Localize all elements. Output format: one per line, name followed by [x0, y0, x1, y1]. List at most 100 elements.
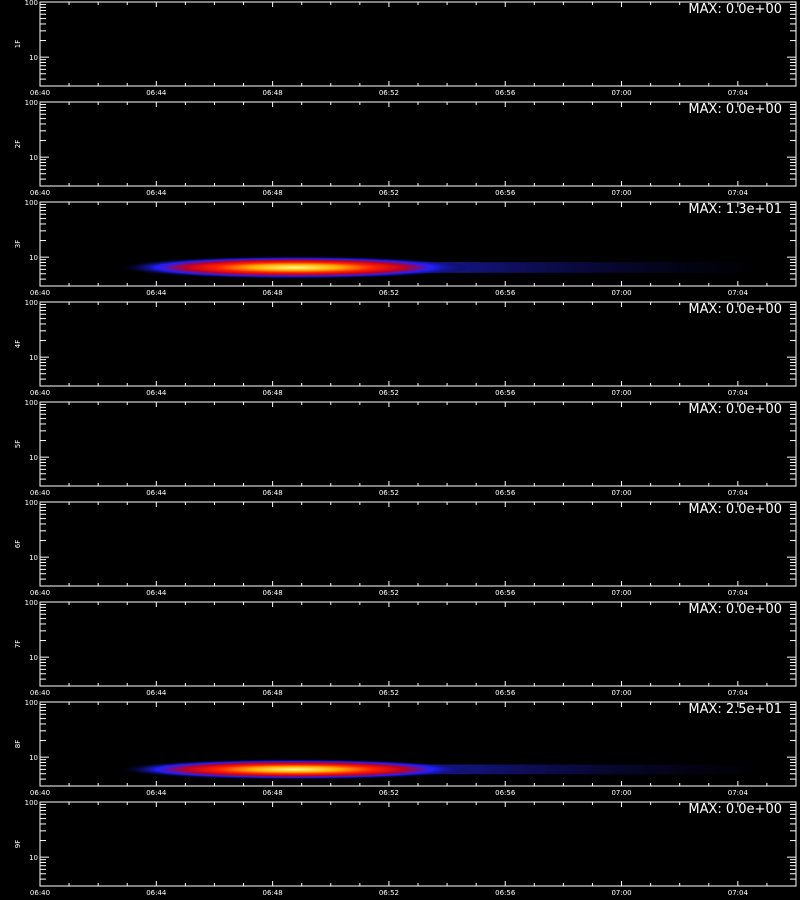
y-tick-label: 100 — [25, 599, 38, 607]
max-label: MAX: 0.0e+00 — [688, 402, 782, 417]
x-tick-label: 06:40 — [30, 689, 50, 697]
max-label: MAX: 0.0e+00 — [688, 802, 782, 817]
x-tick-label: 06:44 — [146, 289, 167, 297]
spectrogram-stack: 10 100 06:40 06:44 06:48 06:52 06:56 07:00 07:04… — [14, 0, 797, 897]
x-tick-label: 06:48 — [263, 489, 283, 497]
max-label: MAX: 0.0e+00 — [688, 502, 782, 517]
x-tick-label: 06:52 — [379, 489, 399, 497]
x-tick-label: 07:04 — [728, 489, 749, 497]
x-tick-label: 07:00 — [611, 689, 631, 697]
x-tick-label: 06:56 — [495, 789, 516, 797]
x-tick-label: 06:48 — [263, 689, 283, 697]
x-tick-label: 06:40 — [30, 589, 50, 597]
x-tick-label: 06:48 — [263, 389, 283, 397]
panel-7f: 10 100 06:40 06:44 06:48 06:52 06:56 07:00 07:04… — [14, 599, 797, 697]
panel-3f: 10 100 06:40 06:44 06:48 06:52 06:56 07:00 07:04… — [14, 199, 797, 297]
x-tick-label: 06:56 — [495, 189, 516, 197]
plot-frame — [39, 301, 797, 387]
x-tick-label: 06:44 — [146, 89, 167, 97]
panel-9f: 10 100 06:40 06:44 06:48 06:52 06:56 07:00 07:04… — [14, 799, 797, 897]
x-tick-label: 06:52 — [379, 89, 399, 97]
x-tick-label: 07:04 — [728, 389, 749, 397]
x-tick-label: 06:48 — [263, 789, 283, 797]
y-axis-label: 2F — [14, 140, 22, 148]
x-tick-label: 06:52 — [379, 689, 399, 697]
panel-4f: 10 100 06:40 06:44 06:48 06:52 06:56 07:00 07:04… — [14, 299, 797, 397]
x-tick-label: 06:56 — [495, 289, 516, 297]
x-tick-label: 06:48 — [263, 289, 283, 297]
x-tick-label: 06:44 — [146, 689, 167, 697]
x-tick-label: 07:00 — [611, 489, 631, 497]
y-tick-label: 10 — [29, 854, 38, 862]
y-axis-label: 5F — [14, 440, 22, 448]
panel-2f: 10 100 06:40 06:44 06:48 06:52 06:56 07:00 07:04… — [14, 99, 797, 197]
x-tick-label: 07:04 — [728, 189, 749, 197]
x-tick-label: 06:48 — [263, 89, 283, 97]
y-tick-label: 10 — [29, 354, 38, 362]
y-tick-label: 100 — [25, 499, 38, 507]
x-tick-label: 06:40 — [30, 89, 50, 97]
x-tick-label: 07:00 — [611, 389, 631, 397]
max-label: MAX: 1.3e+01 — [688, 202, 782, 217]
x-tick-label: 07:04 — [728, 789, 749, 797]
x-tick-label: 06:48 — [263, 889, 283, 897]
x-tick-label: 06:52 — [379, 789, 399, 797]
x-tick-label: 06:56 — [495, 389, 516, 397]
max-label: MAX: 0.0e+00 — [688, 602, 782, 617]
panel-5f: 10 100 06:40 06:44 06:48 06:52 06:56 07:00 07:04… — [14, 399, 797, 497]
y-axis-label: 1F — [14, 40, 22, 48]
x-tick-label: 06:44 — [146, 489, 167, 497]
x-tick-label: 06:56 — [495, 889, 516, 897]
panel-8f: 10 100 06:40 06:44 06:48 06:52 06:56 07:00 07:04… — [14, 699, 797, 797]
y-tick-label: 10 — [29, 54, 38, 62]
heatmap-burst — [118, 759, 472, 780]
max-label: MAX: 0.0e+00 — [688, 302, 782, 317]
x-tick-label: 07:04 — [728, 89, 749, 97]
x-tick-label: 07:00 — [611, 89, 631, 97]
y-tick-label: 100 — [25, 399, 38, 407]
y-tick-label: 100 — [25, 799, 38, 807]
max-label: MAX: 0.0e+00 — [688, 102, 782, 117]
x-tick-label: 06:40 — [30, 389, 50, 397]
plot-frame — [39, 101, 797, 187]
y-axis-label: 3F — [14, 240, 22, 248]
y-tick-label: 100 — [25, 99, 38, 107]
y-tick-label: 10 — [29, 454, 38, 462]
panel-6f: 10 100 06:40 06:44 06:48 06:52 06:56 07:00 07:04… — [14, 499, 797, 597]
y-tick-label: 10 — [29, 154, 38, 162]
x-tick-label: 07:00 — [611, 289, 631, 297]
max-label: MAX: 2.5e+01 — [688, 702, 782, 717]
x-tick-label: 06:44 — [146, 189, 167, 197]
panel-1f: 10 100 06:40 06:44 06:48 06:52 06:56 07:00 07:04… — [14, 0, 797, 97]
y-axis-label: 6F — [14, 540, 22, 548]
x-tick-label: 06:44 — [146, 589, 167, 597]
x-tick-label: 07:00 — [611, 189, 631, 197]
plot-frame — [39, 601, 797, 687]
x-tick-label: 06:40 — [30, 889, 50, 897]
x-tick-label: 06:52 — [379, 389, 399, 397]
y-tick-label: 10 — [29, 654, 38, 662]
x-tick-label: 06:44 — [146, 789, 167, 797]
y-tick-label: 100 — [25, 299, 38, 307]
x-tick-label: 06:56 — [495, 689, 516, 697]
plot-frame — [39, 1, 797, 87]
y-tick-label: 100 — [25, 0, 38, 7]
x-tick-label: 06:52 — [379, 289, 399, 297]
x-tick-label: 06:44 — [146, 889, 167, 897]
y-axis-label: 8F — [14, 740, 22, 748]
x-tick-label: 06:48 — [263, 589, 283, 597]
x-tick-label: 07:04 — [728, 289, 749, 297]
x-tick-label: 06:44 — [146, 389, 167, 397]
max-label: MAX: 0.0e+00 — [688, 2, 782, 17]
y-tick-label: 10 — [29, 254, 38, 262]
x-tick-label: 06:52 — [379, 589, 399, 597]
x-tick-label: 07:00 — [611, 889, 631, 897]
x-tick-label: 07:00 — [611, 589, 631, 597]
x-tick-label: 07:04 — [728, 689, 749, 697]
x-tick-label: 06:40 — [30, 489, 50, 497]
y-tick-label: 100 — [25, 199, 38, 207]
x-tick-label: 06:56 — [495, 489, 516, 497]
x-tick-label: 07:04 — [728, 589, 749, 597]
y-tick-label: 10 — [29, 754, 38, 762]
x-tick-label: 06:48 — [263, 189, 283, 197]
